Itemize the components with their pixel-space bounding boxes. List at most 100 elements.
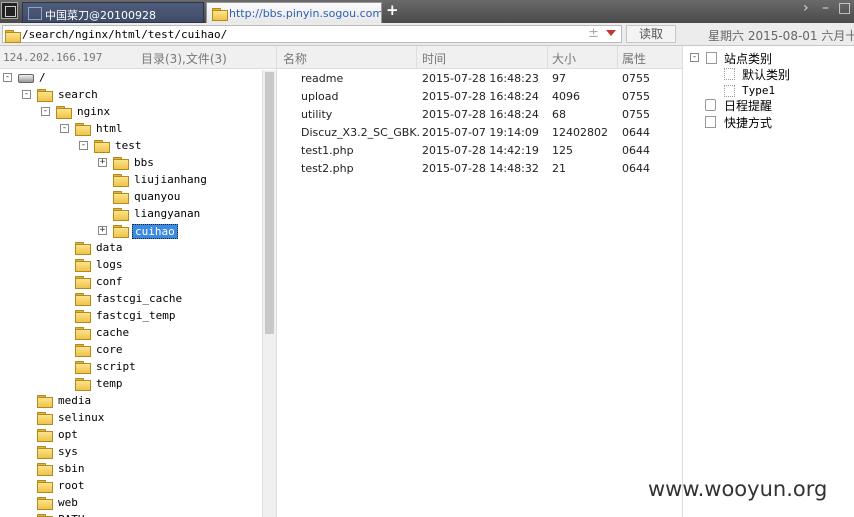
new-tab-button[interactable]: +	[386, 1, 399, 19]
bookmark-toggle-icon[interactable]: ±	[588, 26, 599, 41]
server-ip: 124.202.166.197	[3, 51, 103, 64]
folder-icon	[37, 394, 53, 410]
tree-node-label: selinux	[58, 411, 105, 424]
tree-node-label: conf	[96, 275, 123, 288]
tree-node-label: data	[96, 241, 123, 254]
tree-node-label: search	[58, 88, 98, 101]
tree-node-label: test	[115, 139, 142, 152]
tree-node-label: cache	[96, 326, 130, 339]
file-row[interactable]: test2.php 2015-07-28 14:48:32 21 0644	[277, 160, 683, 178]
tree-node-label: fastcgi_cache	[96, 292, 183, 305]
forward-icon[interactable]: ›	[803, 0, 809, 16]
subcategory-icon	[724, 85, 735, 97]
tree-node-label: liangyanan	[134, 207, 201, 220]
file-row[interactable]: test1.php 2015-07-28 14:42:19 125 0644	[277, 142, 683, 160]
collapse-toggle[interactable]: -	[79, 141, 88, 150]
file-attr: 0755	[622, 90, 650, 103]
tree-node-label: quanyou	[134, 190, 181, 203]
tree-node-label: root	[58, 479, 85, 492]
dropdown-arrow-icon[interactable]	[606, 30, 616, 36]
file-size: 21	[552, 162, 566, 175]
file-size: 97	[552, 72, 566, 85]
collapse-toggle[interactable]: -	[41, 107, 50, 116]
read-button[interactable]: 读取	[626, 25, 676, 43]
address-bar: /search/nginx/html/test/cuihao/ ± 读取 星期六…	[0, 23, 854, 46]
file-attr: 0644	[622, 162, 650, 175]
collapse-toggle[interactable]: -	[22, 90, 31, 99]
shortcut-icon	[705, 116, 716, 128]
file-time: 2015-07-28 16:48:23	[422, 72, 539, 85]
tab-caidao[interactable]: 中国菜刀@20100928	[22, 2, 204, 23]
file-row[interactable]: Discuz_X3.2_SC_GBK... 2015-07-07 19:14:09…	[277, 124, 683, 142]
directory-panel: 124.202.166.197 目录(3),文件(3) - / - search - ng…	[0, 46, 276, 517]
folder-icon	[75, 360, 91, 376]
expand-toggle[interactable]: +	[98, 226, 107, 235]
tree-node-label: sbin	[58, 462, 85, 475]
clock-icon	[705, 99, 716, 111]
column-time[interactable]: 时间	[422, 50, 446, 67]
column-size[interactable]: 大小	[552, 50, 576, 67]
folder-icon	[113, 190, 129, 206]
collapse-toggle[interactable]: -	[3, 73, 12, 82]
file-attr: 0644	[622, 126, 650, 139]
subcategory-icon	[724, 68, 735, 80]
folder-icon	[37, 462, 53, 478]
date-display: 星期六 2015-08-01 六月十七	[708, 29, 854, 43]
folder-icon	[75, 122, 91, 138]
title-bar: 中国菜刀@20100928 http://bbs.pinyin.sogou.co…	[0, 0, 854, 23]
file-name: readme	[301, 72, 344, 85]
folder-icon	[113, 173, 129, 189]
file-size: 125	[552, 144, 573, 157]
file-time: 2015-07-28 16:48:24	[422, 90, 539, 103]
category-label: Type1	[742, 84, 776, 97]
file-row[interactable]: utility 2015-07-28 16:48:24 68 0755	[277, 106, 683, 124]
file-time: 2015-07-07 19:14:09	[422, 126, 539, 139]
minimize-button[interactable]: –	[822, 0, 829, 16]
folder-icon	[75, 241, 91, 257]
folder-icon	[37, 88, 53, 104]
category-icon	[706, 52, 717, 64]
tree-node-label: logs	[96, 258, 123, 271]
file-row[interactable]: upload 2015-07-28 16:48:24 4096 0755	[277, 88, 683, 106]
folder-icon	[37, 496, 53, 512]
folder-icon	[212, 7, 228, 23]
file-size: 4096	[552, 90, 580, 103]
path-text: /search/nginx/html/test/cuihao/	[22, 28, 228, 41]
file-attr: 0755	[622, 72, 650, 85]
folder-icon	[75, 275, 91, 291]
file-name: test2.php	[301, 162, 354, 175]
column-attr[interactable]: 属性	[622, 50, 646, 67]
folder-icon	[113, 156, 129, 172]
collapse-toggle[interactable]: -	[60, 124, 69, 133]
folder-icon	[75, 326, 91, 342]
folder-icon	[75, 292, 91, 308]
shortcut-label: 快捷方式	[724, 116, 773, 130]
item-count: 目录(3),文件(3)	[141, 52, 227, 66]
file-row[interactable]: readme 2015-07-28 16:48:23 97 0755	[277, 70, 683, 88]
collapse-toggle[interactable]: -	[690, 53, 699, 62]
file-attr: 0755	[622, 108, 650, 121]
column-name[interactable]: 名称	[283, 50, 307, 67]
tab-sogou[interactable]: http://bbs.pinyin.sogou.com/...	[206, 2, 382, 23]
folder-icon	[94, 139, 110, 155]
tree-node-label: cuihao	[132, 224, 178, 239]
folder-icon	[75, 377, 91, 393]
tree-node-label: html	[96, 122, 123, 135]
expand-toggle[interactable]: +	[98, 158, 107, 167]
category-label: 站点类别	[724, 52, 773, 66]
tree-node-label: fastcgi_temp	[96, 309, 176, 322]
folder-icon	[75, 258, 91, 274]
tree-node-label: script	[96, 360, 136, 373]
file-time: 2015-07-28 14:48:32	[422, 162, 539, 175]
scrollbar-thumb[interactable]	[265, 72, 274, 334]
tree-scrollbar[interactable]	[262, 70, 276, 517]
folder-icon	[5, 29, 21, 45]
folder-icon	[113, 224, 129, 240]
window-icon	[28, 7, 42, 20]
watermark: www.wooyun.org	[648, 477, 828, 501]
folder-icon	[37, 445, 53, 461]
path-input[interactable]: /search/nginx/html/test/cuihao/ ±	[2, 25, 622, 43]
file-name: test1.php	[301, 144, 354, 157]
directory-header: 124.202.166.197 目录(3),文件(3)	[0, 46, 276, 69]
maximize-button[interactable]: □	[838, 0, 851, 16]
